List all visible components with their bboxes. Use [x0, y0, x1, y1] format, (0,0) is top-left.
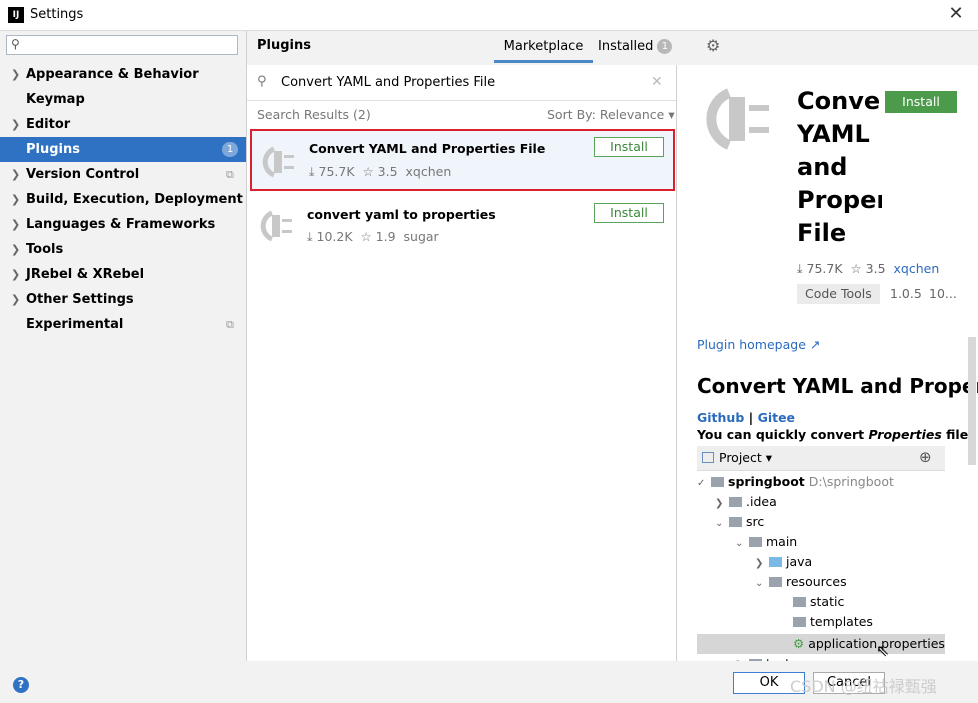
plugin-homepage-link[interactable]: Plugin homepage ↗ [697, 337, 820, 352]
tree-node: ❯ .idea [715, 494, 777, 509]
plugin-row[interactable]: convert yaml to properties ⤓ 10.2K ☆ 1.9… [250, 195, 675, 257]
plugin-date: 10... [929, 286, 957, 301]
project-level-icon: ⧉ [226, 168, 234, 181]
author-link[interactable]: xqchen [894, 261, 940, 276]
sidebar-item-jrebel[interactable]: ❯ JRebel & XRebel [0, 262, 246, 287]
tree-node: ❯test [735, 654, 790, 661]
tree-node: ⌄ main [735, 534, 798, 549]
tree-node: ⌄ resources [755, 574, 847, 589]
sidebar-item-languages[interactable]: ❯ Languages & Frameworks [0, 212, 246, 237]
title-bar: IJ Settings ✕ [0, 0, 978, 31]
detail-install-button[interactable]: Install [885, 91, 957, 113]
project-view-icon [702, 452, 714, 463]
target-icon: ⊕ [919, 448, 932, 466]
github-link[interactable]: Github [697, 410, 744, 425]
plugin-icon-large [706, 88, 769, 150]
install-button[interactable]: Install [594, 137, 664, 157]
detail-title: Convert YAML and Properties File [797, 87, 882, 247]
search-icon: ⚲ [257, 74, 267, 89]
clear-icon[interactable]: ✕ [651, 74, 663, 90]
installed-badge: 1 [657, 39, 673, 54]
install-button[interactable]: Install [594, 203, 664, 223]
plugin-meta: ⤓ 10.2K ☆ 1.9 sugar [307, 229, 439, 244]
sidebar-item-appearance-behavior[interactable]: ❯ Appearance & Behavior [0, 62, 246, 87]
plugin-name: convert yaml to properties [307, 207, 496, 222]
project-tree-header: Project ▾ ⊕ [697, 446, 945, 471]
plugin-version: 1.0.5 [890, 286, 922, 301]
sort-dropdown[interactable]: Sort By: Relevance ▾ [547, 107, 675, 122]
plugin-icon [262, 146, 294, 178]
tree-node-selected: ⚙ application.properties [793, 636, 945, 651]
sidebar-item-version-control[interactable]: ❯ Version Control ⧉ [0, 162, 246, 187]
tree-node: static [793, 592, 844, 612]
gear-icon[interactable]: ⚙ [706, 36, 720, 55]
sidebar-item-experimental[interactable]: Experimental ⧉ [0, 312, 246, 337]
chevron-right-icon: ❯ [11, 243, 21, 256]
search-results-count: Search Results (2) [257, 107, 371, 122]
plugin-list-pane: ⚲ Convert YAML and Properties File ✕ Sea… [247, 65, 677, 661]
project-view-label: Project ▾ [719, 450, 773, 465]
tree-node: ⌄ src [715, 514, 765, 529]
plugin-search-field[interactable]: ⚲ Convert YAML and Properties File ✕ [247, 65, 676, 101]
tree-node: templates [793, 612, 873, 632]
mouse-cursor-icon: ⇖ [876, 641, 890, 660]
help-icon[interactable]: ? [13, 677, 29, 693]
sidebar-item-plugins[interactable]: Plugins 1 [0, 137, 246, 162]
plugin-icon [260, 210, 292, 242]
gitee-link[interactable]: Gitee [758, 410, 795, 425]
chevron-down-icon: ▾ [668, 107, 675, 122]
chevron-right-icon: ❯ [11, 118, 21, 131]
page-title: Plugins [257, 38, 311, 53]
sidebar-item-build[interactable]: ❯ Build, Execution, Deployment [0, 187, 246, 212]
chevron-right-icon: ❯ [11, 268, 21, 281]
close-icon[interactable]: ✕ [945, 3, 967, 25]
chevron-right-icon: ❯ [11, 293, 21, 306]
plugin-detail-pane: Convert YAML and Properties File Install… [677, 65, 978, 661]
tree-node: ❯ java [755, 554, 813, 569]
chevron-right-icon: ❯ [11, 168, 21, 181]
tree-node-root: ✓ springboot D:\springboot [697, 474, 894, 489]
project-level-icon: ⧉ [226, 318, 234, 331]
intellij-icon: IJ [8, 7, 24, 23]
plugin-search-input[interactable]: Convert YAML and Properties File [281, 75, 495, 90]
description-links: Github | Gitee [697, 410, 796, 425]
plugins-badge: 1 [222, 142, 238, 157]
tab-installed[interactable]: Installed 1 [598, 33, 688, 63]
chevron-right-icon: ❯ [11, 218, 21, 231]
chevron-right-icon: ❯ [11, 193, 21, 206]
sidebar-item-editor[interactable]: ❯ Editor [0, 112, 246, 137]
plugin-row[interactable]: Convert YAML and Properties File ⤓ 75.7K… [250, 129, 675, 191]
category-tag[interactable]: Code Tools [797, 284, 880, 304]
window-title: Settings [30, 7, 84, 22]
project-tree-screenshot: Project ▾ ⊕ ✓ springboot D:\springboot ❯.… [697, 446, 945, 661]
plugin-name: Convert YAML and Properties File [309, 141, 546, 156]
description-heading: Convert YAML and Properties File [697, 374, 978, 398]
sidebar-item-tools[interactable]: ❯ Tools [0, 237, 246, 262]
chevron-right-icon: ❯ [11, 68, 21, 81]
tab-marketplace[interactable]: Marketplace [494, 33, 593, 63]
watermark: CSDN @纽祜禄甄强 [790, 677, 937, 696]
sidebar-item-keymap[interactable]: Keymap [0, 87, 246, 112]
plugin-meta: ⤓ 75.7K ☆ 3.5 xqchen [309, 164, 452, 179]
settings-sidebar: ⚲ ❯ Appearance & Behavior Keymap ❯ Editor … [0, 31, 247, 661]
settings-search-input[interactable]: ⚲ [6, 35, 238, 55]
detail-scrollbar[interactable] [968, 337, 976, 465]
search-icon: ⚲ [11, 37, 20, 51]
description-text: You can quickly convert Properties files [697, 427, 976, 442]
sidebar-item-other-settings[interactable]: ❯ Other Settings [0, 287, 246, 312]
detail-meta: ⤓ 75.7K ☆ 3.5 xqchen [797, 261, 940, 276]
